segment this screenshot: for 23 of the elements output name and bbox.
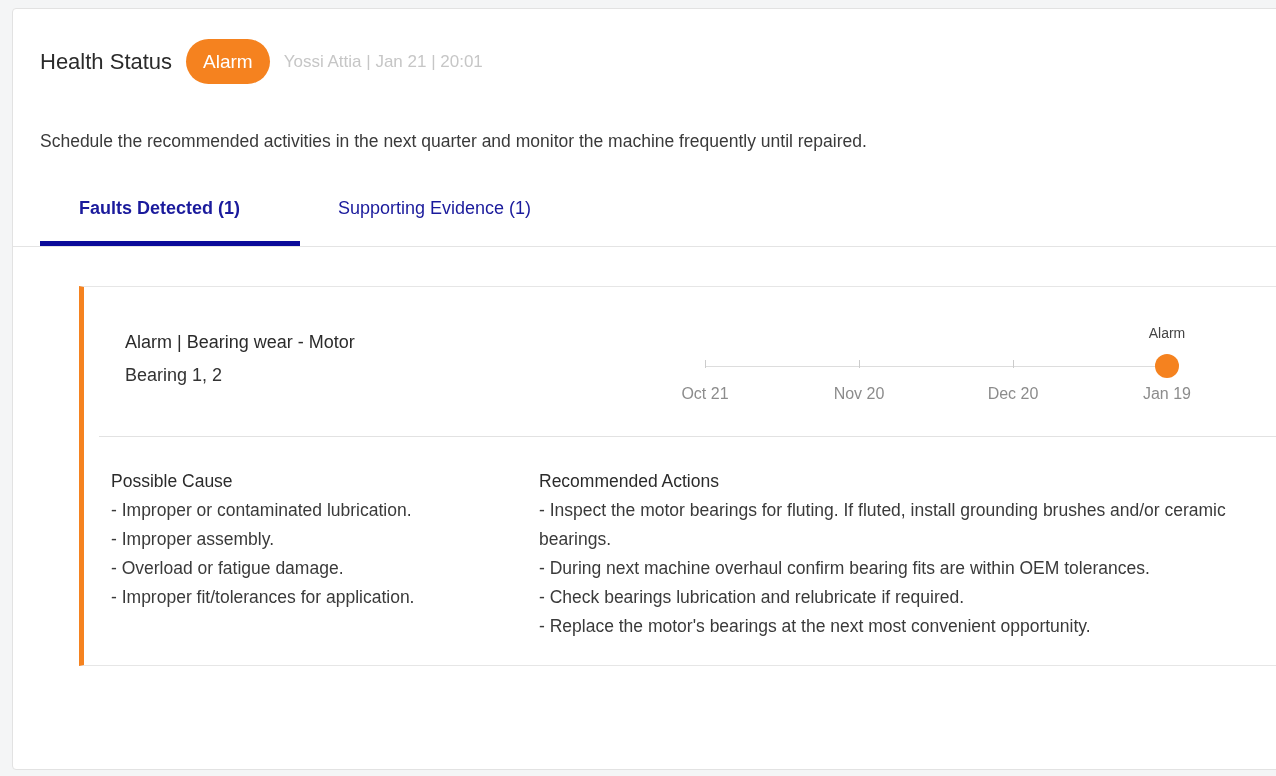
event-label: Alarm	[1148, 325, 1186, 343]
cause-item: - Improper assembly.	[111, 528, 276, 551]
section-title: Health Status	[40, 48, 173, 75]
date-label: Oct 21	[681, 385, 729, 403]
date-label: Jan 19	[1142, 385, 1191, 403]
cause-item: - Overload or fatigue damage.	[111, 557, 345, 580]
fault-title: Alarm | Bearing wear - Motor	[125, 332, 356, 353]
date-label: Nov 20	[833, 385, 885, 403]
date-label: Dec 20	[987, 385, 1039, 403]
action-item: - Inspect the motor bearings for fluting. If fluted, install grounding brushes and/or ceramic bearings.	[539, 499, 1227, 551]
action-item: - Replace the motor's bearings at the next most convenient opportunity.	[539, 615, 1092, 638]
tab[interactable]: Faults Detected (1)	[40, 186, 300, 246]
cause-heading: Possible Cause	[111, 470, 234, 493]
actions-heading: Recommended Actions	[539, 470, 720, 493]
cause-item: - Improper fit/tolerances for application.	[111, 586, 416, 609]
author-date: Yossi Attia | Jan 21 | 20:01	[283, 51, 483, 72]
action-item: - Check bearings lubrication and relubricate if required.	[539, 586, 966, 609]
action-item: - During next machine overhaul confirm bearing fits are within OEM tolerances.	[539, 557, 1151, 580]
status-badge: Alarm	[186, 39, 270, 84]
summary-text: Schedule the recommended activities in the next quarter and monitor the machine frequently until repaired.	[40, 130, 868, 153]
tab[interactable]: Supporting Evidence (1)	[300, 186, 600, 246]
cause-item: - Improper or contaminated lubrication.	[111, 499, 413, 522]
fault-location: Bearing 1, 2	[125, 365, 224, 386]
